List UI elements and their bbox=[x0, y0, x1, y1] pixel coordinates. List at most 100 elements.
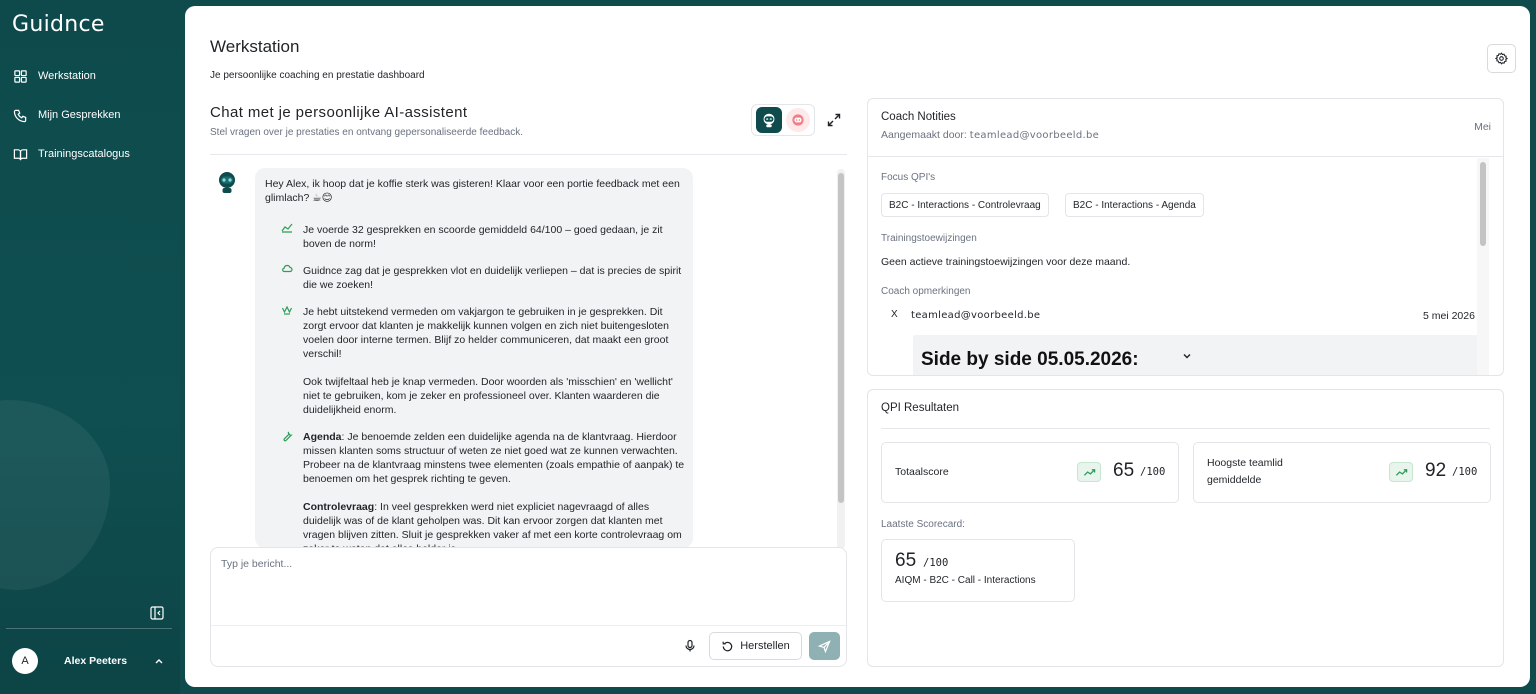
team-score-label: Hoogste teamlid gemiddelde bbox=[1207, 455, 1283, 489]
trending-up-icon bbox=[1395, 468, 1407, 476]
feedback-item-title: Controlevraag bbox=[303, 501, 375, 513]
settings-button[interactable] bbox=[1487, 44, 1516, 73]
page-title: Werkstation bbox=[210, 37, 300, 56]
trend-up-badge bbox=[1077, 462, 1101, 482]
trending-up-icon bbox=[1083, 468, 1095, 476]
sidebar-item-trainingscatalogus[interactable]: Trainingscatalogus bbox=[12, 142, 130, 166]
crown-icon bbox=[281, 305, 293, 315]
team-score-value: 92 bbox=[1425, 460, 1447, 481]
total-score-value: 65 bbox=[1113, 460, 1135, 481]
chat-input-box: Herstellen bbox=[210, 547, 847, 667]
qpi-title: QPI Resultaten bbox=[881, 402, 959, 414]
trend-up-badge bbox=[1389, 462, 1413, 482]
chat-scrollbar[interactable] bbox=[837, 169, 845, 549]
last-scorecard-name: AIQM - B2C - Call - Interactions bbox=[895, 575, 1036, 586]
last-scorecard-value: 65 bbox=[895, 550, 917, 571]
input-divider bbox=[211, 625, 846, 626]
reset-button[interactable]: Herstellen bbox=[709, 632, 802, 660]
sidebar-item-label: Trainingscatalogus bbox=[38, 148, 130, 160]
feedback-item: Ook twijfeltaal heb je knap vermeden. Do… bbox=[303, 376, 673, 416]
chat-scrollbar-thumb[interactable] bbox=[838, 173, 844, 503]
remark-content[interactable]: Side by side 05.05.2026: bbox=[913, 335, 1479, 375]
notes-scrollbar[interactable] bbox=[1477, 158, 1489, 375]
qpi-divider bbox=[881, 428, 1490, 429]
assistant-message: Hey Alex, ik hoop dat je koffie sterk wa… bbox=[255, 168, 693, 548]
focus-tag: B2C - Interactions - Controlevraag bbox=[881, 193, 1049, 217]
sidebar-item-mijn-gesprekken[interactable]: Mijn Gesprekken bbox=[12, 103, 121, 127]
feedback-item: Guidnce zag dat je gesprekken vlot en du… bbox=[303, 265, 682, 291]
expand-icon[interactable] bbox=[826, 112, 842, 128]
sidebar-item-label: Werkstation bbox=[38, 70, 96, 82]
send-button[interactable] bbox=[809, 632, 840, 660]
feedback-item-title: Agenda bbox=[303, 431, 342, 443]
phone-icon bbox=[12, 107, 28, 123]
book-icon bbox=[12, 146, 28, 162]
assistant-robot-icon bbox=[213, 168, 241, 196]
avatar[interactable]: A bbox=[12, 648, 38, 674]
sidebar-item-label: Mijn Gesprekken bbox=[38, 109, 121, 121]
main-content: Werkstation Je persoonlijke coaching en … bbox=[185, 6, 1530, 687]
decorative-blob bbox=[0, 400, 110, 590]
notes-month: Mei bbox=[1474, 121, 1491, 133]
feedback-item-text: : Je benoemde zelden een duidelijke agen… bbox=[303, 431, 685, 485]
notes-scrollbar-thumb[interactable] bbox=[1480, 162, 1486, 246]
feedback-item-controlevraag: Controlevraag: In veel gesprekken werd n… bbox=[303, 500, 687, 548]
training-empty-text: Geen actieve trainingstoewijzingen voor … bbox=[881, 256, 1131, 268]
reset-label: Herstellen bbox=[740, 640, 790, 652]
sidebar-divider bbox=[6, 628, 172, 629]
chevron-down-icon[interactable] bbox=[1181, 350, 1193, 362]
cloud-icon bbox=[282, 264, 293, 273]
total-score-max: /100 bbox=[1140, 466, 1166, 478]
training-label: Trainingstoewijzingen bbox=[881, 233, 977, 244]
coach-notes-card: Coach Notities Aangemaakt door: teamlead… bbox=[867, 98, 1504, 376]
dashboard-icon bbox=[12, 68, 28, 84]
created-by: Aangemaakt door: teamlead@voorbeeld.be bbox=[881, 129, 1099, 141]
wrench-icon bbox=[283, 431, 293, 442]
logo[interactable]: Guidnce bbox=[12, 12, 105, 37]
gear-icon bbox=[1495, 52, 1508, 65]
assistant-switcher[interactable] bbox=[751, 104, 815, 136]
team-score-label-line2: gemiddelde bbox=[1207, 474, 1262, 486]
focus-tag: B2C - Interactions - Agenda bbox=[1065, 193, 1204, 217]
team-score-label-line1: Hoogste teamlid bbox=[1207, 457, 1283, 469]
message-greeting: Hey Alex, ik hoop dat je koffie sterk wa… bbox=[265, 178, 680, 204]
sidebar: Guidnce Werkstation Mijn Gesprekken Trai… bbox=[0, 0, 180, 694]
refresh-icon bbox=[722, 641, 733, 651]
chat-divider bbox=[210, 154, 847, 155]
remark-heading: Side by side 05.05.2026: bbox=[921, 349, 1139, 370]
total-score-card: Totaalscore 65 /100 bbox=[881, 442, 1179, 503]
coach-bot-icon bbox=[792, 114, 804, 126]
team-score-max: /100 bbox=[1452, 466, 1478, 478]
feedback-item: Je hebt uitstekend vermeden om vakjargon… bbox=[303, 306, 669, 360]
team-score-card: Hoogste teamlid gemiddelde 92 /100 bbox=[1193, 442, 1491, 503]
created-by-label: Aangemaakt door: bbox=[881, 129, 967, 141]
coach-avatar[interactable] bbox=[786, 108, 810, 132]
remark-date: 5 mei 2026 bbox=[1423, 310, 1475, 322]
last-scorecard[interactable]: 65 /100 AIQM - B2C - Call - Interactions bbox=[881, 539, 1075, 602]
last-scorecard-label: Laatste Scorecard: bbox=[881, 519, 965, 530]
remark-marker: X bbox=[891, 309, 898, 320]
notes-divider bbox=[868, 156, 1503, 157]
sidebar-item-werkstation[interactable]: Werkstation bbox=[12, 64, 96, 88]
coach-notes-title: Coach Notities bbox=[881, 111, 956, 123]
chat-message-input[interactable] bbox=[221, 558, 821, 618]
chat-title: Chat met je persoonlijke AI-assistent bbox=[210, 104, 468, 121]
last-scorecard-max: /100 bbox=[923, 557, 949, 569]
remarks-label: Coach opmerkingen bbox=[881, 286, 971, 297]
chat-subtitle: Stel vragen over je prestaties en ontvan… bbox=[210, 127, 523, 138]
collapse-sidebar-icon[interactable] bbox=[150, 606, 164, 620]
remark-author: teamlead@voorbeeld.be bbox=[911, 310, 1041, 321]
bot-avatar[interactable] bbox=[756, 107, 782, 133]
chevron-up-icon[interactable] bbox=[153, 655, 165, 667]
total-score-label: Totaalscore bbox=[895, 466, 949, 478]
microphone-icon[interactable] bbox=[683, 639, 697, 653]
feedback-item-agenda: Agenda: Je benoemde zelden een duidelijk… bbox=[303, 430, 687, 486]
robot-icon bbox=[763, 113, 775, 128]
chart-icon bbox=[281, 223, 293, 233]
user-name[interactable]: Alex Peeters bbox=[64, 655, 127, 667]
created-by-email: teamlead@voorbeeld.be bbox=[969, 130, 1100, 141]
send-icon bbox=[818, 639, 831, 653]
feedback-item: Je voerde 32 gesprekken en scoorde gemid… bbox=[303, 224, 663, 250]
focus-qpis-label: Focus QPI's bbox=[881, 172, 936, 183]
page-subtitle: Je persoonlijke coaching en prestatie da… bbox=[210, 70, 425, 81]
